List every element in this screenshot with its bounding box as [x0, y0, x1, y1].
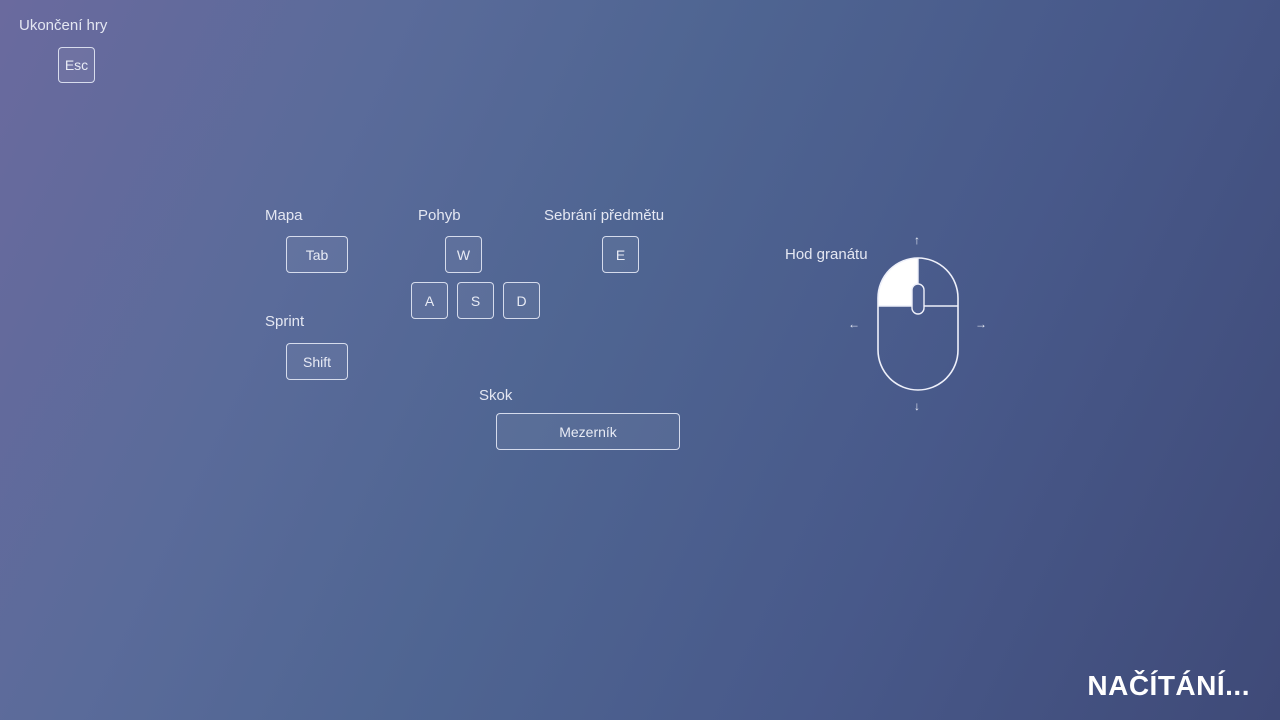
jump-label: Skok — [479, 387, 513, 404]
loading-text: NAČÍTÁNÍ... — [1087, 670, 1250, 701]
grenade-label: Hod granátu — [785, 246, 868, 263]
arrow-down-icon: ↓ — [914, 399, 920, 413]
move-label: Pohyb — [418, 207, 461, 224]
map-label: Mapa — [265, 207, 303, 224]
quit-label: Ukončení hry — [19, 17, 108, 34]
arrow-up-icon: ↑ — [914, 233, 920, 247]
esc-key: Esc — [58, 47, 95, 83]
w-key: W — [445, 236, 482, 273]
s-key: S — [457, 282, 494, 319]
pickup-label: Sebrání předmětu — [544, 207, 665, 224]
shift-key: Shift — [286, 343, 348, 380]
space-key: Mezerník — [496, 413, 680, 450]
mouse-scroll-wheel — [911, 283, 925, 315]
mouse-left-button-icon — [877, 257, 959, 391]
arrow-right-icon: → — [975, 317, 987, 331]
d-key: D — [503, 282, 540, 319]
arrow-left-icon: ← — [848, 317, 860, 331]
a-key: A — [411, 282, 448, 319]
sprint-label: Sprint — [265, 313, 305, 330]
e-key: E — [602, 236, 639, 273]
tab-key: Tab — [286, 236, 348, 273]
